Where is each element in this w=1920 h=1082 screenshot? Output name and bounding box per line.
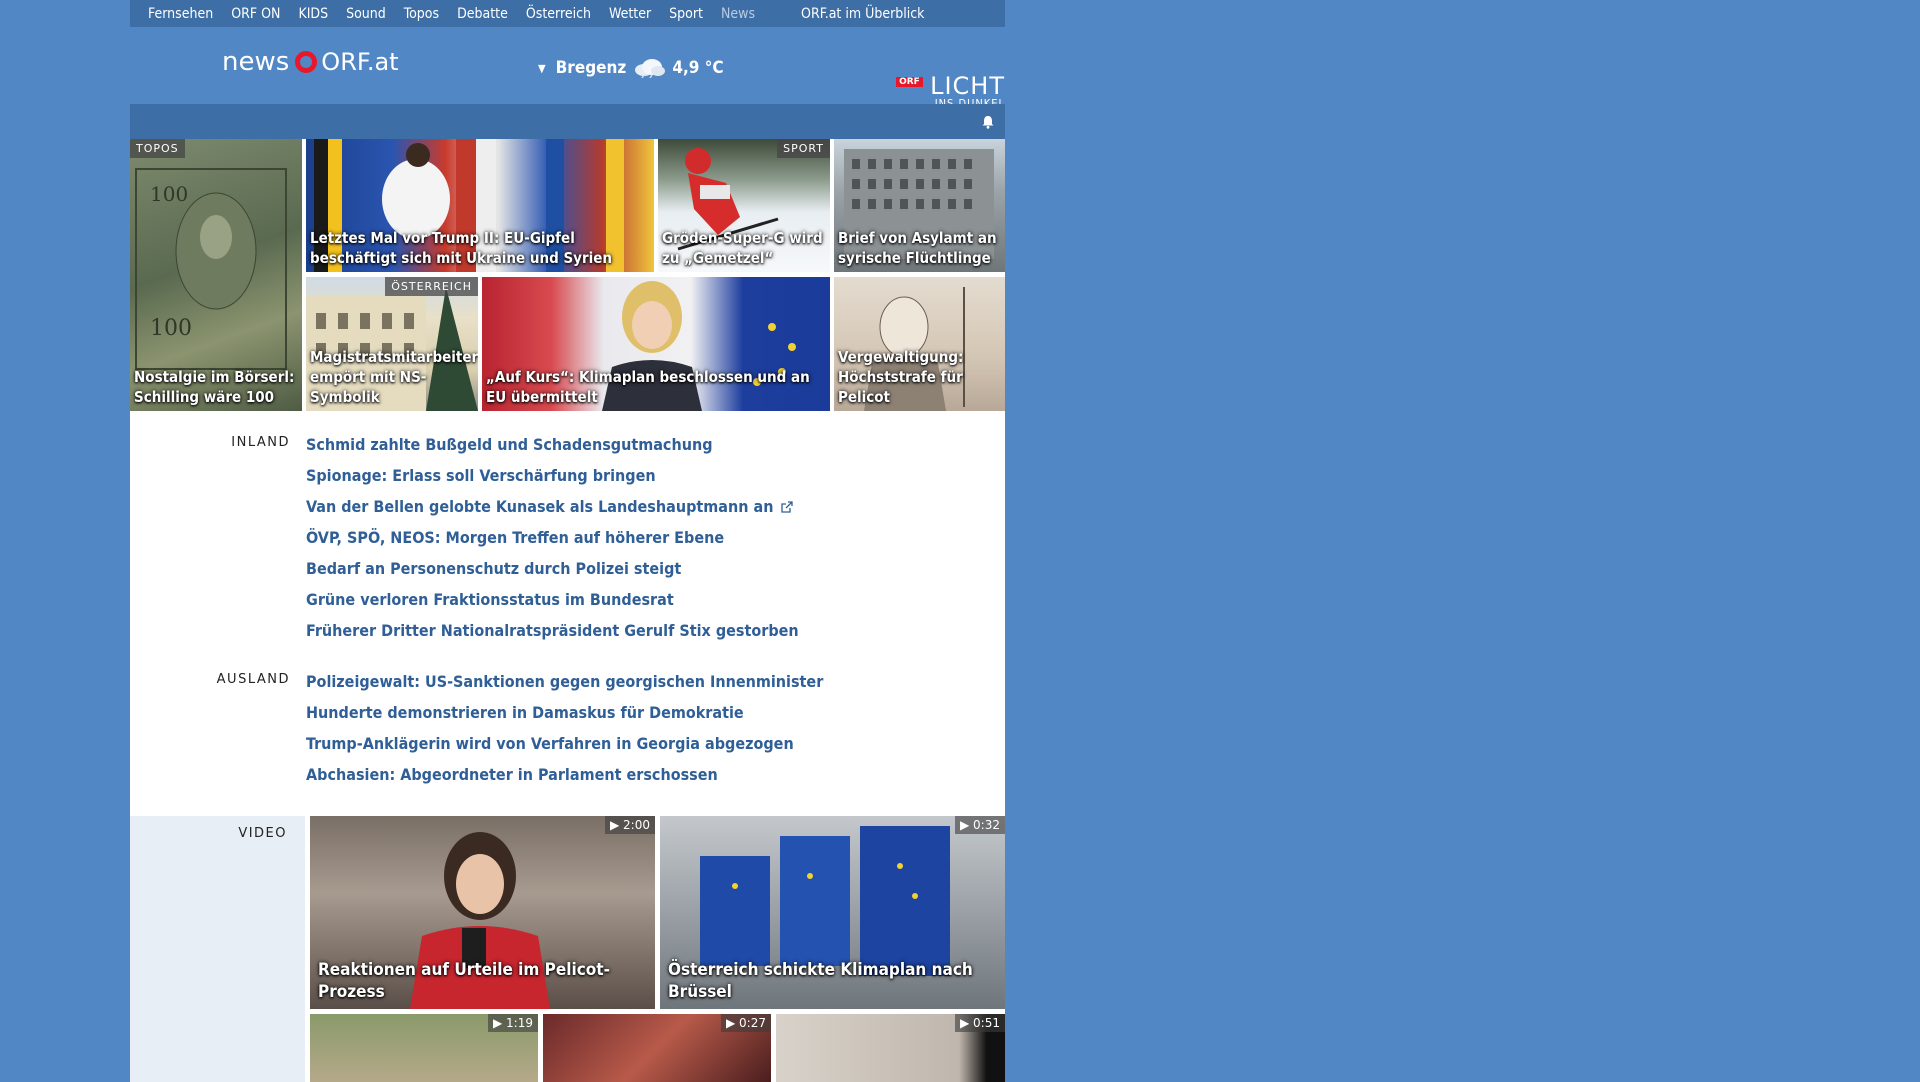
nav-overview[interactable]: ORF.at im Überblick [783,6,924,22]
nav-kids[interactable]: KIDS [280,6,328,22]
svg-text:100: 100 [150,182,188,206]
tile-headline: Brief von Asylamt an syrische Flüchtling… [838,229,997,267]
logo-news-text: news [222,47,290,77]
headline-link[interactable]: Bedarf an Personenschutz durch Polizei s… [306,553,799,584]
video-duration: ▶ 0:27 [721,1014,771,1032]
headline-list: Polizeigewalt: US-Sanktionen gegen georg… [306,666,823,790]
video-title: Reaktionen auf Urteile im Pelicot-Prozes… [318,960,610,1002]
tile-category-tag: SPORT [777,139,830,158]
headline-list: Schmid zahlte Bußgeld und Schadensgutmac… [306,429,799,646]
weather-temperature: 4,9 °C [672,58,724,78]
licht-title: LICHT [930,72,1005,100]
weather-city: Bregenz [555,58,627,78]
teaser-tile[interactable]: „Auf Kurs“: Klimaplan beschlossen und an… [482,277,830,411]
cloud-rain-icon [635,59,666,78]
svg-text:100: 100 [150,316,192,341]
video-tile[interactable]: ▶ 0:32 Österreich schickte Klimaplan nac… [660,816,1005,1009]
caret-down-icon: ▼ [538,61,546,75]
video-duration: ▶ 2:00 [605,816,655,834]
teaser-tile[interactable]: 100 100 TOPOS Nostalgie im Börserl: Schi… [130,139,302,411]
page-container: Fernsehen ORF ON KIDS Sound Topos Debatt… [130,0,1005,1082]
section-video: VIDEO ▶ 2:00 Reaktionen auf Urteile im P… [130,816,1005,1082]
teaser-tile[interactable]: Brief von Asylamt an syrische Flüchtling… [834,139,1005,272]
teaser-tile[interactable]: Letztes Mal vor Trump II: EU-Gipfel besc… [306,139,654,272]
tile-headline: Magistratsmitarbeiter empört mit NS-Symb… [310,348,478,406]
teaser-tile[interactable]: Vergewaltigung: Höchststrafe für Pelicot [834,277,1005,411]
tile-headline: Vergewaltigung: Höchststrafe für Pelicot [838,348,964,406]
nav-topos[interactable]: Topos [386,6,439,22]
headline-link[interactable]: Schmid zahlte Bußgeld und Schadensgutmac… [306,429,799,460]
headline-text: Van der Bellen gelobte Kunasek als Lande… [306,497,774,516]
headline-link[interactable]: Abchasien: Abgeordneter in Parlament ers… [306,759,823,790]
teaser-tile[interactable]: SPORT Gröden-Super-G wird zu „Gemetzel“ [658,139,830,272]
tile-category-tag: ÖSTERREICH [385,277,478,296]
section-heading: VIDEO [238,826,287,841]
video-duration: ▶ 0:51 [955,1014,1005,1032]
video-title: Österreich schickte Klimaplan nach Brüss… [668,960,973,1002]
video-duration: ▶ 1:19 [488,1014,538,1032]
tile-headline: Gröden-Super-G wird zu „Gemetzel“ [662,229,823,267]
tile-category-tag: TOPOS [130,139,185,158]
bell-icon[interactable] [981,115,995,129]
teaser-tile[interactable]: ÖSTERREICH Magistratsmitarbeiter empört … [306,277,478,411]
headline-link[interactable]: Polizeigewalt: US-Sanktionen gegen georg… [306,666,823,697]
nav-orf-on[interactable]: ORF ON [213,6,280,22]
orf-eye-icon [295,51,318,73]
sub-bar [130,104,1005,139]
nav-debatte[interactable]: Debatte [439,6,508,22]
video-tile[interactable]: ▶ 1:19 [310,1014,538,1082]
weather-widget[interactable]: ▼ Bregenz 4,9 °C [538,58,724,78]
headline-link[interactable]: Trump-Anklägerin wird von Verfahren in G… [306,728,823,759]
news-lists: INLAND Schmid zahlte Bußgeld und Schaden… [130,411,1005,816]
nav-news[interactable]: News [703,6,755,22]
site-header: news ORF.at ▼ Bregenz 4,9 °C ORF LICHT I… [130,27,1005,110]
section-heading: INLAND [231,435,290,450]
nav-sound[interactable]: Sound [328,6,386,22]
nav-sport[interactable]: Sport [651,6,703,22]
headline-link[interactable]: Spionage: Erlass soll Verschärfung bring… [306,460,799,491]
external-link-icon [781,501,794,513]
orf-badge: ORF [896,77,923,87]
top-navigation: Fernsehen ORF ON KIDS Sound Topos Debatt… [130,0,1005,27]
headline-link[interactable]: Hunderte demonstrieren in Damaskus für D… [306,697,823,728]
tile-headline: Letztes Mal vor Trump II: EU-Gipfel besc… [310,229,613,267]
video-duration: ▶ 0:32 [955,816,1005,834]
section-ausland: AUSLAND Polizeigewalt: US-Sanktionen geg… [130,666,1005,790]
video-tile[interactable]: ▶ 2:00 Reaktionen auf Urteile im Pelicot… [310,816,655,1009]
headline-link[interactable]: Grüne verloren Fraktionsstatus im Bundes… [306,584,799,615]
tile-headline: Nostalgie im Börserl: Schilling wäre 100 [134,368,295,406]
headline-link-external[interactable]: Van der Bellen gelobte Kunasek als Lande… [306,491,799,522]
nav-fernsehen[interactable]: Fernsehen [130,6,213,22]
headline-link[interactable]: Früherer Dritter Nationalratspräsident G… [306,615,799,646]
video-tile[interactable]: ▶ 0:51 [776,1014,1005,1082]
section-heading: AUSLAND [216,672,290,687]
video-tile[interactable]: ▶ 0:27 [543,1014,771,1082]
teaser-grid: 100 100 TOPOS Nostalgie im Börserl: Schi… [130,139,1005,411]
section-inland: INLAND Schmid zahlte Bußgeld und Schaden… [130,429,1005,646]
nav-oesterreich[interactable]: Österreich [508,6,591,22]
video-sidebar: VIDEO [130,816,305,1082]
tile-headline: „Auf Kurs“: Klimaplan beschlossen und an… [486,368,810,406]
news-orf-logo[interactable]: news ORF.at [222,47,399,77]
logo-orf-text: ORF.at [321,48,399,76]
nav-wetter[interactable]: Wetter [591,6,651,22]
headline-link[interactable]: ÖVP, SPÖ, NEOS: Morgen Treffen auf höher… [306,522,799,553]
